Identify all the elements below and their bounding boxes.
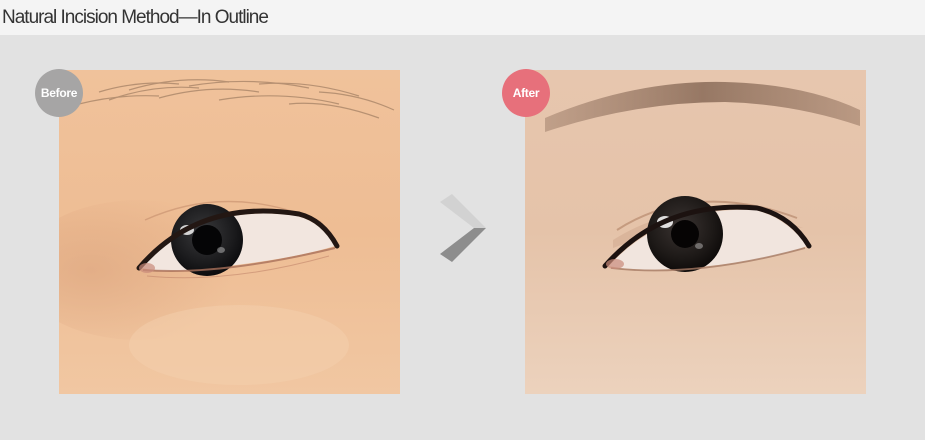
header-bar: Natural Incision Method—In Outline <box>0 0 925 35</box>
after-photo <box>525 70 866 394</box>
before-photo <box>59 70 400 394</box>
page-title: Natural Incision Method—In Outline <box>2 7 269 28</box>
after-badge: After <box>502 69 550 117</box>
chevron-right-icon <box>440 194 486 262</box>
before-badge: Before <box>35 69 83 117</box>
